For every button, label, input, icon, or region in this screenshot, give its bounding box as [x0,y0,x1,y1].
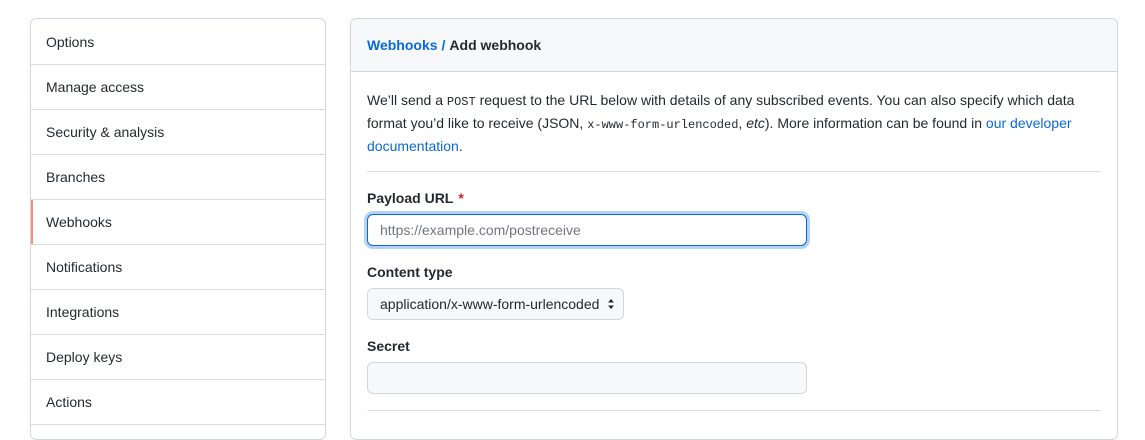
sidebar-item-label: Options [46,33,95,50]
sidebar-item-webhooks[interactable]: Webhooks [31,200,325,245]
intro-text-part: ). More information can be found in [764,115,986,131]
breadcrumb-separator: / [441,37,446,53]
sidebar-item-security-analysis[interactable]: Security & analysis [31,110,325,155]
webhook-panel: Webhooks / Add webhook We’ll send a POST… [350,18,1118,440]
sidebar-item-label: Integrations [46,304,120,320]
intro-text: We’ll send a POST request to the URL bel… [367,90,1101,172]
code-urlencoded: x-www-form-urlencoded [587,118,739,132]
sidebar-item-label: Deploy keys [46,349,123,365]
payload-url-label-text: Payload URL [367,190,454,206]
breadcrumb: Webhooks / Add webhook [351,19,1117,72]
secret-label: Secret [367,338,1101,354]
sidebar-item-manage-access[interactable]: Manage access [31,65,325,110]
secret-label-text: Secret [367,338,410,354]
select-arrows-icon [607,298,615,310]
sidebar-item-label: Security & analysis [46,124,165,140]
code-post: POST [446,95,476,109]
sidebar-item-label: Branches [46,169,106,185]
etc-text: etc [746,115,765,131]
payload-url-input[interactable] [367,214,807,246]
sidebar-item-notifications[interactable]: Notifications [31,245,325,290]
content-type-value: application/x-www-form-urlencoded [380,296,600,312]
sidebar-item-deploy-keys[interactable]: Deploy keys [31,335,325,380]
intro-text-part: We’ll send a [367,92,447,108]
secret-input[interactable] [367,362,807,394]
sidebar-item-actions[interactable]: Actions [31,380,325,425]
payload-url-label: Payload URL * [367,190,1101,206]
breadcrumb-webhooks-link[interactable]: Webhooks [367,37,438,53]
section-divider [367,410,1101,411]
content-type-select[interactable]: application/x-www-form-urlencoded [367,288,625,320]
content-type-label-text: Content type [367,264,453,280]
sidebar-item-label: Notifications [46,259,123,275]
sidebar-item-label: Manage access [46,79,145,95]
intro-text-part: . [458,138,463,154]
page-title: Add webhook [449,37,542,53]
sidebar-item-integrations[interactable]: Integrations [31,290,325,335]
sidebar-item-label: Actions [46,394,92,410]
sidebar-item-options[interactable]: Options [31,19,325,65]
sidebar-item-label: Webhooks [46,214,112,230]
content-type-label: Content type [367,264,1101,280]
required-marker: * [458,190,464,206]
sidebar-item-branches[interactable]: Branches [31,155,325,200]
settings-sidebar: Options Manage access Security & analysi… [30,18,326,440]
